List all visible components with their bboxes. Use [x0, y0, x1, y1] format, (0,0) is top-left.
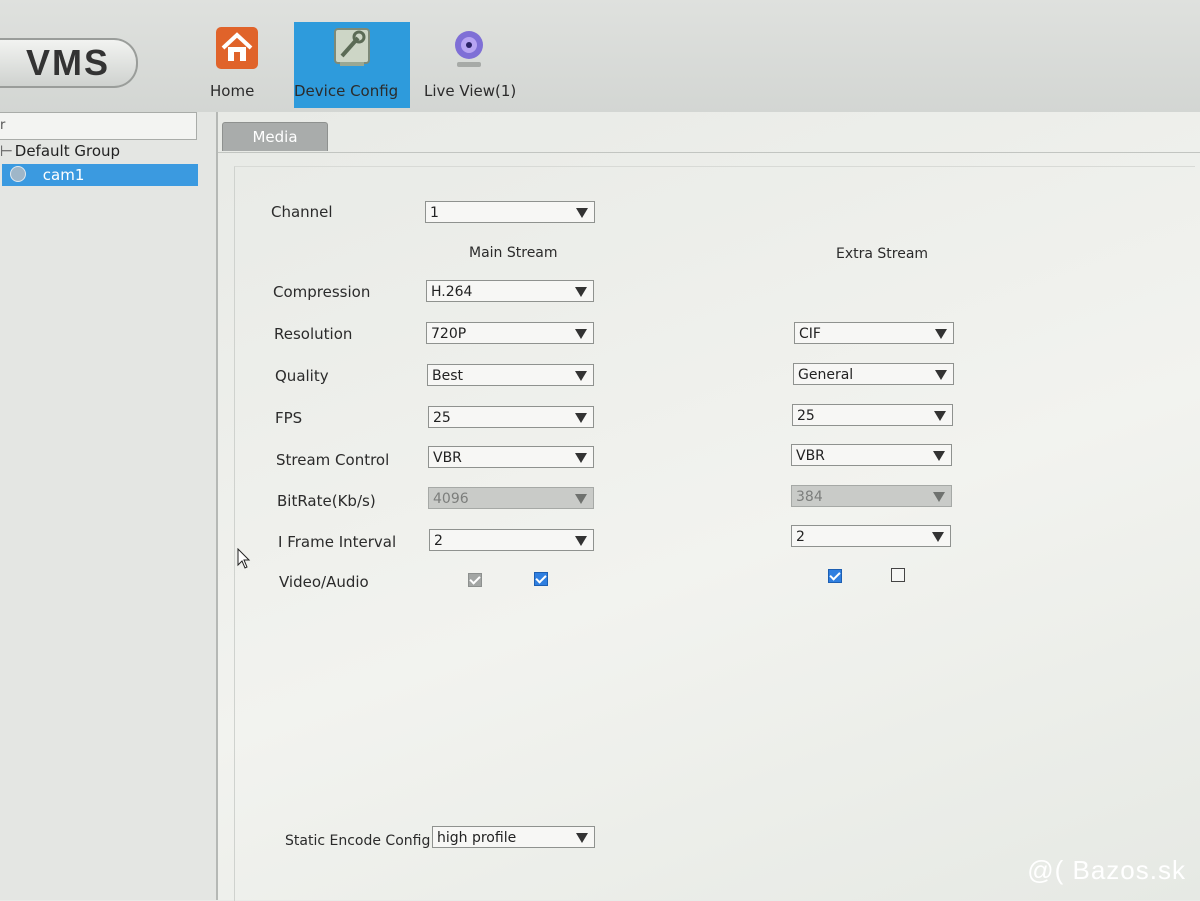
extra-bitrate-value: 384 — [796, 489, 823, 505]
mouse-cursor-icon — [237, 548, 251, 569]
channel-select[interactable]: 1 — [425, 201, 595, 223]
resolution-label: Resolution — [274, 325, 353, 343]
nav-live-view-button[interactable]: Live View(1) — [424, 22, 517, 108]
bitrate-label: BitRate(Kb/s) — [277, 492, 376, 510]
chevron-down-icon — [934, 411, 946, 421]
nav-live-view-label: Live View(1) — [424, 82, 517, 100]
compression-label: Compression — [273, 283, 371, 301]
main-audio-checkbox[interactable] — [534, 572, 548, 586]
chevron-down-icon — [575, 371, 587, 381]
device-search-input[interactable]: r — [0, 112, 197, 140]
extra-resolution-value: CIF — [799, 326, 821, 342]
extra-video-checkbox[interactable] — [828, 569, 842, 583]
extra-iframe-interval-value: 2 — [796, 529, 805, 545]
device-tree-panel: r ⊢ Default Group cam1 — [0, 112, 218, 900]
extra-audio-checkbox[interactable] — [891, 568, 905, 582]
vms-logo: VMS — [0, 38, 138, 88]
quality-label: Quality — [275, 367, 329, 385]
chevron-down-icon — [933, 492, 945, 502]
tree-expand-icon[interactable]: ⊢ — [0, 142, 13, 160]
check-icon — [829, 569, 841, 581]
chevron-down-icon — [935, 329, 947, 339]
main-compression-value: H.264 — [431, 284, 473, 300]
tree-group-label: Default Group — [14, 142, 121, 160]
extra-resolution-select[interactable]: CIF — [794, 322, 954, 344]
tree-item-label: cam1 — [42, 166, 85, 184]
main-iframe-interval-select[interactable]: 2 — [429, 529, 594, 551]
extra-fps-value: 25 — [797, 408, 815, 424]
fps-label: FPS — [275, 409, 303, 427]
static-encode-config-value: high profile — [437, 830, 517, 846]
chevron-down-icon — [575, 494, 587, 504]
stream-control-label: Stream Control — [276, 451, 390, 469]
main-resolution-value: 720P — [431, 326, 467, 342]
main-fps-select[interactable]: 25 — [428, 406, 594, 428]
tab-media[interactable]: Media — [222, 122, 328, 151]
extra-stream-header: Extra Stream — [836, 246, 929, 262]
nav-home-button[interactable]: Home — [210, 22, 264, 108]
live-view-icon — [455, 31, 483, 67]
tree-item-cam1[interactable]: cam1 — [2, 164, 198, 186]
chevron-down-icon — [575, 453, 587, 463]
nav-device-config-button[interactable]: Device Config — [294, 22, 410, 108]
static-encode-config-label: Static Encode Config — [285, 833, 431, 849]
main-bitrate-value: 4096 — [433, 491, 469, 507]
extra-quality-select[interactable]: General — [793, 363, 954, 385]
main-stream-header: Main Stream — [469, 245, 558, 261]
extra-stream-control-value: VBR — [796, 448, 825, 464]
main-quality-value: Best — [432, 368, 464, 384]
main-stream-control-value: VBR — [433, 450, 462, 466]
video-audio-label: Video/Audio — [279, 573, 369, 591]
main-video-checkbox — [468, 573, 482, 587]
device-search-value: r — [0, 118, 6, 133]
main-quality-select[interactable]: Best — [427, 364, 594, 386]
extra-iframe-interval-select[interactable]: 2 — [791, 525, 951, 547]
extra-bitrate-select: 384 — [791, 485, 952, 507]
check-icon — [469, 573, 481, 585]
nav-home-label: Home — [210, 82, 255, 100]
tree-group-default[interactable]: ⊢ Default Group — [0, 142, 120, 160]
main-resolution-select[interactable]: 720P — [426, 322, 594, 344]
chevron-down-icon — [932, 532, 944, 542]
chevron-down-icon — [575, 329, 587, 339]
chevron-down-icon — [575, 287, 587, 297]
extra-stream-control-select[interactable]: VBR — [791, 444, 952, 466]
camera-icon — [10, 166, 26, 182]
tab-divider — [218, 152, 1200, 153]
main-iframe-interval-value: 2 — [434, 533, 443, 549]
home-icon — [216, 27, 258, 69]
extra-quality-value: General — [798, 367, 854, 383]
chevron-down-icon — [576, 833, 588, 843]
chevron-down-icon — [935, 370, 947, 380]
channel-value: 1 — [430, 205, 439, 221]
channel-label: Channel — [271, 203, 333, 221]
static-encode-config-select[interactable]: high profile — [432, 826, 595, 848]
watermark-text: @( Bazos.sk — [1027, 855, 1186, 885]
main-fps-value: 25 — [433, 410, 451, 426]
top-toolbar: VMS Home Device Config Live View(1) — [0, 0, 1200, 113]
main-stream-control-select[interactable]: VBR — [428, 446, 594, 468]
nav-device-config-label: Device Config — [294, 82, 399, 100]
iframe-interval-label: I Frame Interval — [278, 533, 397, 551]
extra-fps-select[interactable]: 25 — [792, 404, 953, 426]
media-config-panel: Media Channel 1 Main Stream Extra Stream… — [218, 112, 1200, 901]
chevron-down-icon — [576, 208, 588, 218]
chevron-down-icon — [575, 413, 587, 423]
chevron-down-icon — [933, 451, 945, 461]
device-config-icon — [334, 28, 370, 66]
check-icon — [535, 572, 547, 584]
chevron-down-icon — [575, 536, 587, 546]
main-bitrate-select: 4096 — [428, 487, 594, 509]
main-compression-select[interactable]: H.264 — [426, 280, 594, 302]
